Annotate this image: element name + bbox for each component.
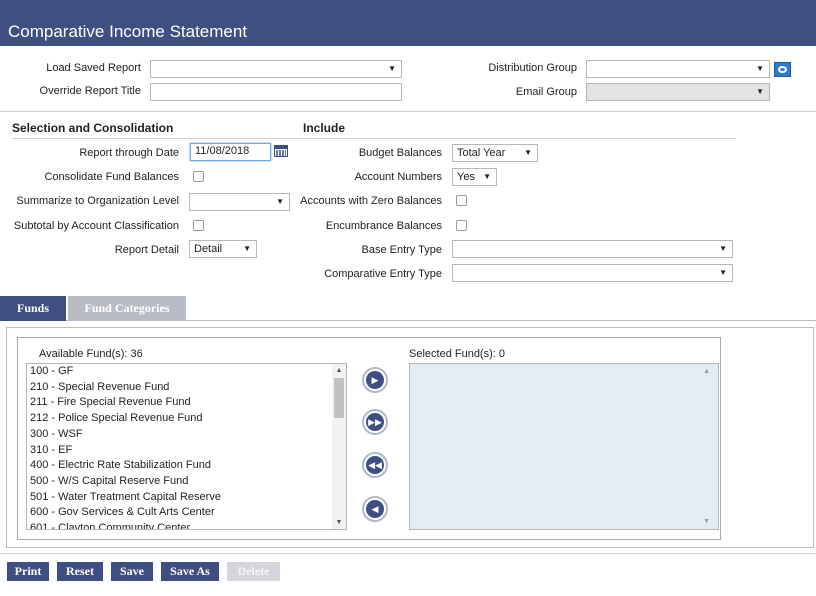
- available-funds-scrollbar[interactable]: ▲ ▼: [332, 364, 346, 529]
- scroll-up-icon[interactable]: ▲: [332, 367, 346, 374]
- summarize-org-label: Summarize to Organization Level: [16, 195, 179, 207]
- consolidate-fund-label: Consolidate Fund Balances: [44, 171, 179, 183]
- report-detail-value: Detail: [194, 243, 223, 255]
- double-arrow-right-icon: ▶▶: [366, 413, 384, 431]
- list-item[interactable]: 212 - Police Special Revenue Fund: [27, 411, 346, 427]
- list-item[interactable]: 300 - WSF: [27, 427, 346, 443]
- distribution-group-label: Distribution Group: [488, 62, 577, 74]
- eye-icon: [778, 66, 787, 73]
- arrow-right-icon: ▶: [366, 371, 384, 389]
- encumbrance-checkbox[interactable]: [456, 220, 467, 231]
- list-item[interactable]: 601 - Clayton Community Center: [27, 521, 346, 529]
- report-through-date-input[interactable]: 11/08/2018: [190, 143, 271, 161]
- print-button[interactable]: Print: [7, 562, 49, 581]
- comparative-entry-select[interactable]: ▼: [452, 264, 733, 282]
- comparative-entry-label: Comparative Entry Type: [324, 268, 442, 280]
- load-saved-report-select[interactable]: ▼: [150, 60, 402, 78]
- move-all-right-button[interactable]: ▶▶: [362, 409, 388, 435]
- available-funds-list[interactable]: 100 - GF 210 - Special Revenue Fund 211 - …: [26, 363, 347, 530]
- chevron-down-icon: ▼: [243, 244, 251, 253]
- tab-fund-categories[interactable]: Fund Categories: [68, 296, 186, 321]
- account-numbers-value: Yes: [457, 171, 475, 183]
- chevron-down-icon: ▼: [276, 197, 284, 206]
- delete-button: Delete: [227, 562, 280, 581]
- budget-balances-value: Total Year: [457, 147, 506, 159]
- section-divider: [12, 138, 736, 139]
- title-bar: Comparative Income Statement: [0, 0, 816, 46]
- page-title: Comparative Income Statement: [8, 22, 248, 41]
- selected-funds-list[interactable]: ▲ ▼: [409, 363, 719, 530]
- budget-balances-select[interactable]: Total Year ▼: [452, 144, 538, 162]
- distribution-group-select[interactable]: ▼: [586, 60, 770, 78]
- available-funds-label: Available Fund(s): 36: [39, 348, 143, 360]
- email-group-label: Email Group: [515, 86, 577, 98]
- budget-balances-label: Budget Balances: [358, 147, 442, 159]
- scroll-down-icon[interactable]: ▼: [332, 519, 346, 526]
- list-item[interactable]: 310 - EF: [27, 443, 346, 459]
- list-item[interactable]: 600 - Gov Services & Cult Arts Center: [27, 505, 346, 521]
- override-title-input[interactable]: [150, 83, 402, 101]
- report-detail-select[interactable]: Detail ▼: [189, 240, 257, 258]
- report-through-date-label: Report through Date: [79, 147, 179, 159]
- list-item[interactable]: 501 - Water Treatment Capital Reserve: [27, 490, 346, 506]
- scroll-down-icon: ▼: [703, 518, 710, 525]
- calendar-icon[interactable]: [274, 145, 288, 157]
- save-as-button[interactable]: Save As: [161, 562, 219, 581]
- account-numbers-select[interactable]: Yes ▼: [452, 168, 497, 186]
- move-all-left-button[interactable]: ◀◀: [362, 452, 388, 478]
- chevron-down-icon: ▼: [719, 268, 727, 277]
- email-group-select: ▼: [586, 83, 770, 101]
- encumbrance-label: Encumbrance Balances: [325, 220, 442, 232]
- list-item[interactable]: 210 - Special Revenue Fund: [27, 380, 346, 396]
- chevron-down-icon: ▼: [756, 87, 764, 96]
- consolidate-fund-checkbox[interactable]: [193, 171, 204, 182]
- scroll-thumb[interactable]: [334, 378, 344, 418]
- list-item[interactable]: 400 - Electric Rate Stabilization Fund: [27, 458, 346, 474]
- subtotal-label: Subtotal by Account Classification: [13, 220, 179, 232]
- double-arrow-left-icon: ◀◀: [366, 456, 384, 474]
- bottom-divider: [0, 553, 816, 554]
- top-divider: [0, 111, 816, 112]
- selection-heading: Selection and Consolidation: [12, 121, 174, 135]
- include-heading: Include: [303, 121, 346, 135]
- scroll-up-icon: ▲: [703, 368, 710, 375]
- move-one-left-button[interactable]: ◀: [362, 496, 388, 522]
- arrow-left-icon: ◀: [366, 500, 384, 518]
- tab-bar: Funds Fund Categories: [0, 296, 816, 321]
- list-item[interactable]: 211 - Fire Special Revenue Fund: [27, 395, 346, 411]
- reset-button[interactable]: Reset: [57, 562, 103, 581]
- report-detail-label: Report Detail: [114, 244, 179, 256]
- view-distribution-group-button[interactable]: [774, 62, 791, 77]
- override-title-label: Override Report Title: [39, 85, 141, 97]
- load-saved-report-label: Load Saved Report: [46, 62, 141, 74]
- chevron-down-icon: ▼: [483, 172, 491, 181]
- base-entry-label: Base Entry Type: [361, 244, 442, 256]
- subtotal-checkbox[interactable]: [193, 220, 204, 231]
- zero-balances-label: Accounts with Zero Balances: [300, 195, 442, 207]
- tab-funds[interactable]: Funds: [0, 296, 66, 321]
- base-entry-select[interactable]: ▼: [452, 240, 733, 258]
- list-item[interactable]: 100 - GF: [27, 364, 346, 380]
- selected-funds-label: Selected Fund(s): 0: [409, 348, 505, 360]
- chevron-down-icon: ▼: [719, 244, 727, 253]
- chevron-down-icon: ▼: [524, 148, 532, 157]
- zero-balances-checkbox[interactable]: [456, 195, 467, 206]
- account-numbers-label: Account Numbers: [354, 171, 442, 183]
- chevron-down-icon: ▼: [388, 64, 396, 73]
- chevron-down-icon: ▼: [756, 64, 764, 73]
- summarize-org-select[interactable]: ▼: [189, 193, 290, 211]
- move-one-right-button[interactable]: ▶: [362, 367, 388, 393]
- save-button[interactable]: Save: [111, 562, 153, 581]
- report-through-date-value: 11/08/2018: [195, 145, 250, 157]
- list-item[interactable]: 500 - W/S Capital Reserve Fund: [27, 474, 346, 490]
